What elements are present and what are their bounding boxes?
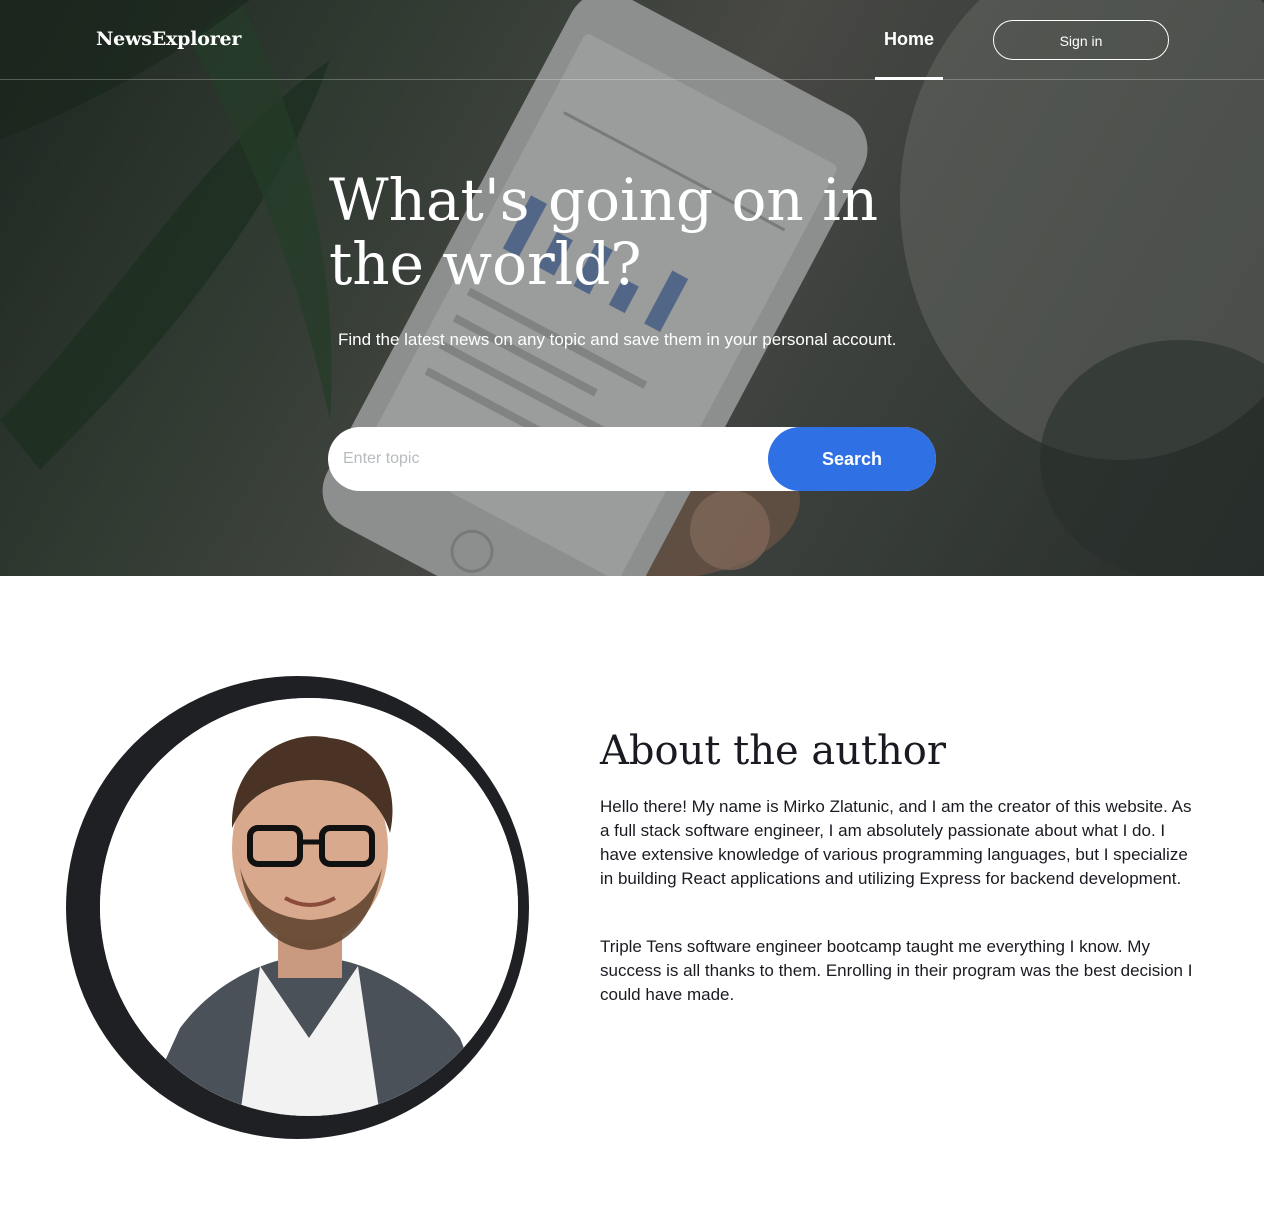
- about-section: About the author Hello there! My name is…: [0, 576, 1264, 1226]
- nav-home-link[interactable]: Home: [875, 0, 943, 80]
- author-avatar: [100, 698, 518, 1116]
- search-input[interactable]: [328, 427, 768, 491]
- about-paragraph-2: Triple Tens software engineer bootcamp t…: [600, 937, 1193, 1004]
- about-title: About the author: [600, 728, 946, 774]
- sign-in-button[interactable]: Sign in: [993, 20, 1169, 60]
- author-portrait-image: [100, 698, 518, 1116]
- author-avatar-ring: [66, 676, 529, 1139]
- site-logo[interactable]: NewsExplorer: [96, 28, 241, 50]
- hero-title: What's going on in the world?: [329, 166, 879, 298]
- search-button[interactable]: Search: [768, 427, 936, 491]
- site-header: NewsExplorer Home Sign in: [0, 0, 1264, 80]
- hero-section: NewsExplorer Home Sign in What's going o…: [0, 0, 1264, 576]
- hero-subtitle: Find the latest news on any topic and sa…: [338, 330, 897, 349]
- search-form: Search: [328, 427, 936, 491]
- about-paragraph-1: Hello there! My name is Mirko Zlatunic, …: [600, 797, 1192, 888]
